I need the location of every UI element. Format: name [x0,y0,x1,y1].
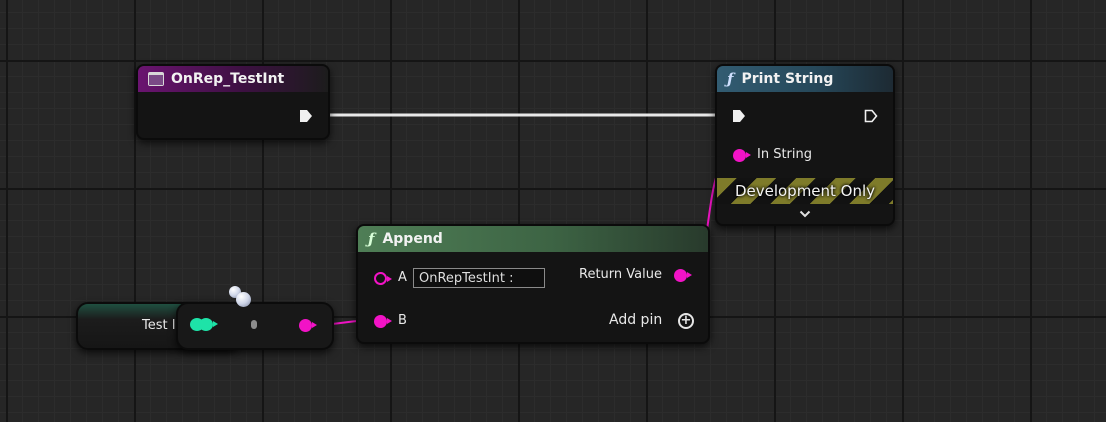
plus-circle-icon[interactable]: + [678,313,694,329]
print-string-header[interactable]: ƒ Print String [717,66,893,92]
pin-a-input[interactable]: OnRepTestInt : [413,268,545,288]
return-value-pin[interactable] [674,269,692,282]
event-node-header[interactable]: OnRep_TestInt [138,66,328,92]
append-title: Append [382,231,443,247]
conversion-dot [251,320,257,329]
chevron-down-icon[interactable] [799,209,811,219]
add-pin-label[interactable]: Add pin [609,312,662,328]
conversion-input-pin[interactable] [199,318,218,331]
pin-a-label: A [398,270,407,285]
pin-a[interactable] [374,272,392,285]
append-header[interactable]: ƒ Append [358,226,708,252]
in-string-label: In String [757,147,813,162]
replication-icon-secondary [236,292,251,307]
event-node-onrep[interactable]: OnRep_TestInt [136,64,330,140]
print-string-node[interactable]: ƒ Print String In String Development Onl… [715,64,895,226]
print-string-title: Print String [741,71,834,87]
development-only-label: Development Only [734,182,876,200]
function-icon: ƒ [368,230,375,248]
pin-b[interactable] [374,315,392,328]
event-node-title: OnRep_TestInt [171,71,285,87]
exec-in-pin[interactable] [731,108,747,124]
event-icon [148,72,164,86]
return-value-label: Return Value [579,267,662,282]
exec-out-pin-print[interactable] [863,108,879,124]
development-only-bar: Development Only [717,178,893,204]
function-icon: ƒ [727,70,734,88]
pin-b-label: B [398,313,407,328]
exec-out-pin[interactable] [298,108,314,124]
append-node[interactable]: ƒ Append A OnRepTestInt : Return Value B… [356,224,710,344]
conversion-output-pin[interactable] [299,319,317,332]
in-string-pin[interactable] [733,149,751,162]
